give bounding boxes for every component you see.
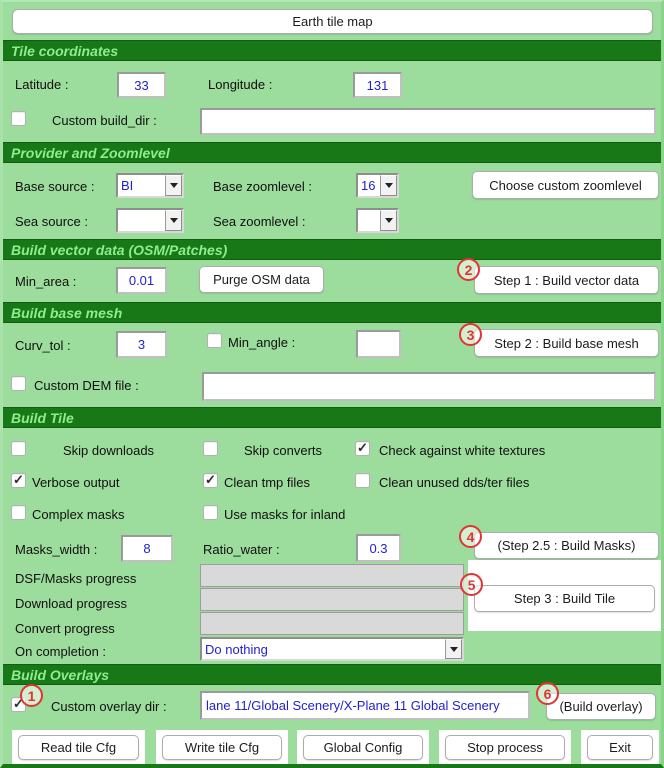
chevron-down-icon[interactable] xyxy=(445,639,462,659)
sea-source-label: Sea source : xyxy=(15,214,88,230)
annotation-step25-badge: 4 xyxy=(459,525,482,548)
exit-button[interactable]: Exit xyxy=(587,735,653,760)
base-zoomlevel-dropdown[interactable]: 16 xyxy=(356,173,399,198)
skip-converts-label: Skip converts xyxy=(244,443,322,459)
sea-zoomlevel-value xyxy=(358,210,380,231)
clean-unused-dds-label: Clean unused dds/ter files xyxy=(379,475,529,491)
latitude-label: Latitude : xyxy=(15,77,69,93)
sea-source-value xyxy=(118,210,165,231)
check-white-textures-checkbox[interactable] xyxy=(355,441,370,456)
skip-converts-checkbox[interactable] xyxy=(203,441,218,456)
custom-build-dir-input[interactable] xyxy=(200,108,656,135)
custom-overlay-dir-input[interactable]: lane 11/Global Scenery/X-Plane 11 Global… xyxy=(200,691,530,720)
annotation-build-overlay-badge: 6 xyxy=(536,682,559,705)
annotation-step3-badge: 5 xyxy=(460,573,483,596)
verbose-output-checkbox[interactable] xyxy=(11,473,26,488)
sea-zoomlevel-label: Sea zoomlevel : xyxy=(213,214,306,230)
step3-build-tile-button[interactable]: Step 3 : Build Tile xyxy=(474,585,655,612)
skip-downloads-label: Skip downloads xyxy=(63,443,154,459)
section-header-build-vector: Build vector data (OSM/Patches) xyxy=(3,239,661,260)
verbose-output-label: Verbose output xyxy=(32,475,119,491)
step2-build-base-mesh-button[interactable]: Step 2 : Build base mesh xyxy=(474,329,659,357)
purge-osm-data-button[interactable]: Purge OSM data xyxy=(199,266,324,293)
ratio-water-input[interactable]: 0.3 xyxy=(356,534,401,562)
convert-progress-label: Convert progress xyxy=(15,621,115,637)
min-angle-label: Min_angle : xyxy=(228,335,295,351)
curv-tol-label: Curv_tol : xyxy=(15,338,71,354)
min-angle-input[interactable] xyxy=(356,330,401,358)
annotation-step2-badge: 3 xyxy=(459,323,482,346)
base-source-dropdown[interactable]: BI xyxy=(116,173,184,198)
download-progress-label: Download progress xyxy=(15,596,127,612)
step25-build-masks-button[interactable]: (Step 2.5 : Build Masks) xyxy=(474,532,659,559)
on-completion-value: Do nothing xyxy=(202,639,445,659)
clean-tmp-files-label: Clean tmp files xyxy=(224,475,310,491)
earth-tile-map-button[interactable]: Earth tile map xyxy=(12,9,653,34)
custom-overlay-dir-label: Custom overlay dir : xyxy=(51,699,167,715)
chevron-down-icon[interactable] xyxy=(380,175,397,196)
section-header-tile-coordinates: Tile coordinates xyxy=(3,40,661,61)
custom-dem-checkbox[interactable] xyxy=(11,376,26,391)
check-white-textures-label: Check against white textures xyxy=(379,443,545,459)
global-config-button[interactable]: Global Config xyxy=(303,735,423,760)
use-masks-inland-checkbox[interactable] xyxy=(203,505,218,520)
section-header-build-overlays: Build Overlays xyxy=(3,664,661,685)
choose-custom-zoomlevel-button[interactable]: Choose custom zoomlevel xyxy=(472,171,659,199)
curv-tol-input[interactable]: 3 xyxy=(116,331,167,358)
base-source-label: Base source : xyxy=(15,179,95,195)
build-overlay-button[interactable]: (Build overlay) xyxy=(546,693,656,720)
min-angle-checkbox[interactable] xyxy=(207,333,222,348)
stop-process-button[interactable]: Stop process xyxy=(445,735,565,760)
ratio-water-label: Ratio_water : xyxy=(203,542,280,558)
custom-build-dir-checkbox[interactable] xyxy=(11,111,26,126)
longitude-label: Longitude : xyxy=(208,77,272,93)
clean-unused-dds-checkbox[interactable] xyxy=(355,473,370,488)
min-area-label: Min_area : xyxy=(15,274,76,290)
dsf-masks-progress-label: DSF/Masks progress xyxy=(15,571,136,587)
sea-zoomlevel-dropdown[interactable] xyxy=(356,208,399,233)
clean-tmp-files-checkbox[interactable] xyxy=(203,473,218,488)
custom-dem-label: Custom DEM file : xyxy=(34,378,139,394)
masks-width-label: Masks_width : xyxy=(15,542,97,558)
chevron-down-icon[interactable] xyxy=(380,210,397,231)
ortho-tile-builder-window: Earth tile map Tile coordinates Latitude… xyxy=(0,0,664,768)
dsf-masks-progress-bar xyxy=(200,564,464,587)
masks-width-input[interactable]: 8 xyxy=(121,535,173,562)
base-source-value: BI xyxy=(118,175,165,196)
longitude-input[interactable]: 131 xyxy=(353,72,402,98)
chevron-down-icon[interactable] xyxy=(165,175,182,196)
on-completion-dropdown[interactable]: Do nothing xyxy=(200,637,464,661)
use-masks-inland-label: Use masks for inland xyxy=(224,507,345,523)
annotation-overlay-badge: 1 xyxy=(20,684,43,707)
annotation-step1-badge: 2 xyxy=(457,258,480,281)
latitude-input[interactable]: 33 xyxy=(117,72,166,98)
sea-source-dropdown[interactable] xyxy=(116,208,184,233)
complex-masks-checkbox[interactable] xyxy=(11,505,26,520)
base-zoomlevel-label: Base zoomlevel : xyxy=(213,179,312,195)
write-tile-cfg-button[interactable]: Write tile Cfg xyxy=(162,735,282,760)
min-area-input[interactable]: 0.01 xyxy=(116,267,167,294)
section-header-build-tile: Build Tile xyxy=(3,407,661,428)
skip-downloads-checkbox[interactable] xyxy=(11,441,26,456)
download-progress-bar xyxy=(200,588,464,611)
complex-masks-label: Complex masks xyxy=(32,507,124,523)
convert-progress-bar xyxy=(200,612,464,635)
base-zoomlevel-value: 16 xyxy=(358,175,380,196)
chevron-down-icon[interactable] xyxy=(165,210,182,231)
custom-build-dir-label: Custom build_dir : xyxy=(52,113,157,129)
read-tile-cfg-button[interactable]: Read tile Cfg xyxy=(18,735,139,760)
section-header-build-base-mesh: Build base mesh xyxy=(3,302,661,323)
section-header-provider-zoomlevel: Provider and Zoomlevel xyxy=(3,142,661,163)
on-completion-label: On completion : xyxy=(15,644,106,660)
custom-dem-input[interactable] xyxy=(202,372,656,401)
step1-build-vector-button[interactable]: Step 1 : Build vector data xyxy=(474,266,659,294)
